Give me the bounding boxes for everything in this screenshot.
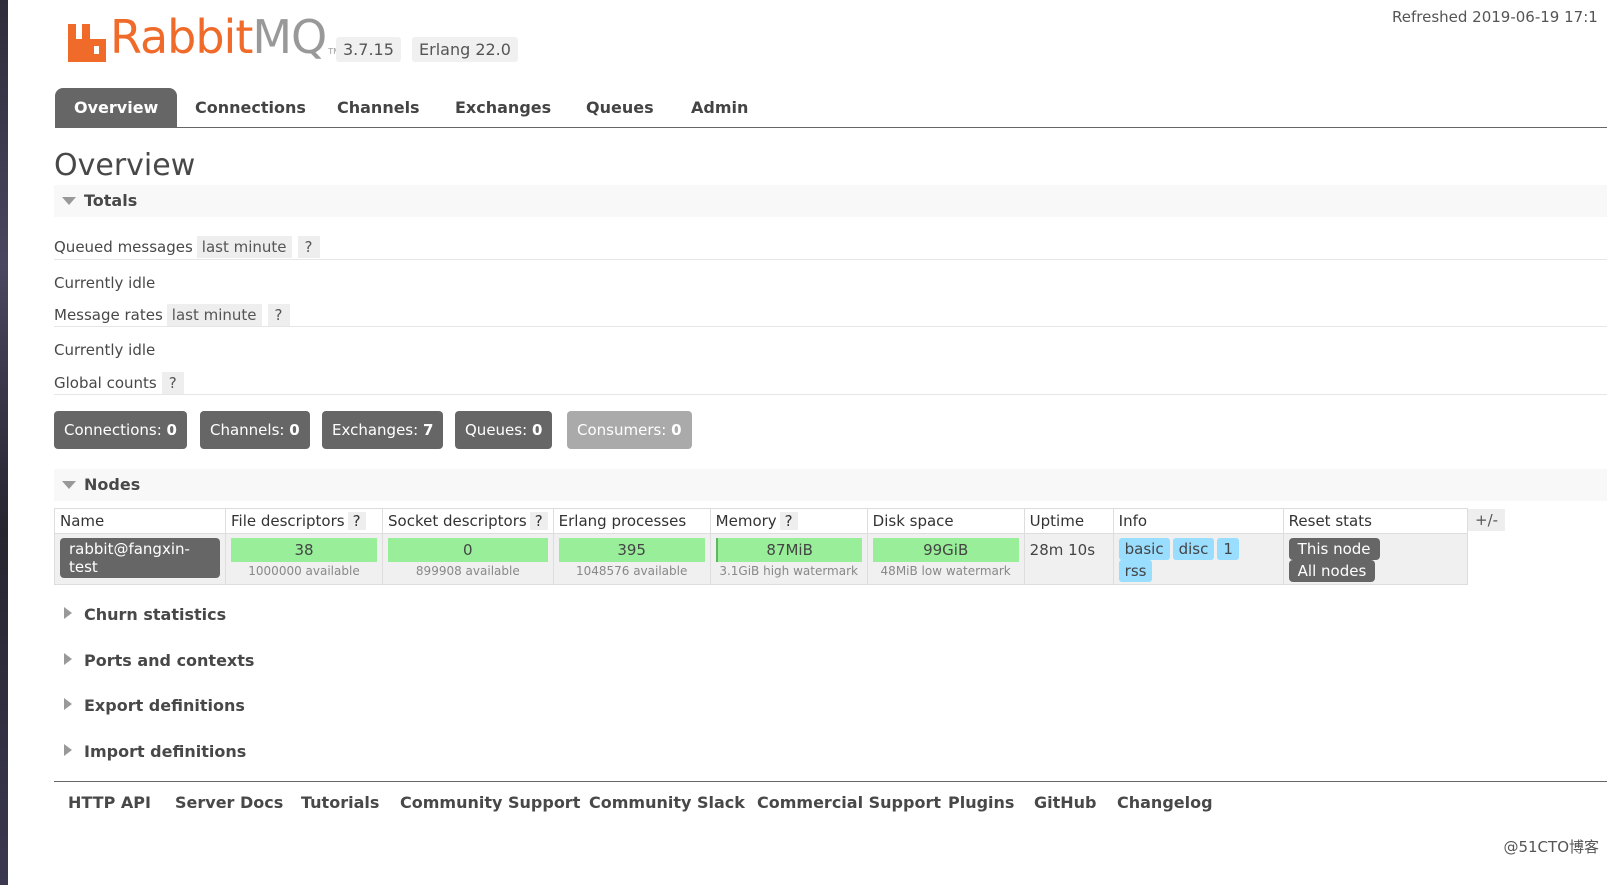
expand-triangle-icon [64, 744, 72, 756]
exchanges-count-button[interactable]: Exchanges: 7 [322, 411, 444, 449]
rabbitmq-logo[interactable]: RabbitMQ TM [68, 12, 340, 62]
desktop-background-strip [0, 0, 8, 885]
queued-status: Currently idle [54, 274, 156, 292]
expand-triangle-icon [64, 607, 72, 619]
table-header-row: Name File descriptors? Socket descriptor… [54, 508, 1468, 534]
socket-descriptors-bar: 0 [388, 538, 548, 562]
divider [54, 394, 1607, 395]
help-icon[interactable]: ? [347, 512, 366, 530]
rabbit-logo-icon [68, 24, 106, 62]
col-info: Info [1112, 508, 1284, 534]
divider [54, 326, 1607, 327]
footer-link-http-api[interactable]: HTTP API [68, 793, 151, 812]
footer-link-community-slack[interactable]: Community Slack [589, 793, 745, 812]
footer-divider [54, 781, 1607, 782]
footer-link-server-docs[interactable]: Server Docs [175, 793, 283, 812]
totals-heading: Totals [84, 191, 138, 210]
main-nav-tabs: Overview Connections Channels Exchanges … [55, 88, 1607, 128]
memory-bar: 87MiB [715, 538, 862, 562]
ports-and-contexts-section-header[interactable]: Ports and contexts [64, 651, 254, 670]
rates-status: Currently idle [54, 341, 156, 359]
export-definitions-section-header[interactable]: Export definitions [64, 696, 245, 715]
footer-link-community-support[interactable]: Community Support [400, 793, 580, 812]
node-name-link[interactable]: rabbit@fangxin-test [60, 538, 220, 578]
churn-statistics-section-header[interactable]: Churn statistics [64, 605, 226, 624]
logo-text-mq: MQ [252, 10, 327, 64]
help-icon[interactable]: ? [161, 372, 184, 394]
connections-count-button[interactable]: Connections: 0 [54, 411, 187, 449]
queued-messages-range-selector[interactable]: last minute [196, 236, 292, 258]
help-icon[interactable]: ? [779, 512, 798, 530]
logo-text-rabbit: Rabbit [110, 10, 253, 64]
page-title: Overview [54, 148, 196, 183]
collapse-triangle-icon [62, 197, 76, 205]
col-name: Name [54, 508, 226, 534]
expand-triangle-icon [64, 653, 72, 665]
consumers-count-badge: Consumers: 0 [567, 411, 692, 449]
info-badge-basic: basic [1118, 538, 1170, 560]
queued-messages-row: Queued messages last minute? [54, 236, 320, 258]
info-badge-count: 1 [1217, 538, 1239, 560]
global-counts-label: Global counts [54, 374, 157, 392]
divider [54, 259, 1607, 260]
col-memory: Memory? [709, 508, 868, 534]
file-descriptors-bar: 38 [231, 538, 377, 562]
import-definitions-section-header[interactable]: Import definitions [64, 742, 246, 761]
nodes-section-header[interactable]: Nodes [54, 469, 1607, 501]
version-badge: 3.7.15 [336, 37, 401, 62]
memory-watermark: 3.1GiB high watermark [719, 564, 858, 578]
tab-queues[interactable]: Queues [586, 88, 654, 127]
footer-link-plugins[interactable]: Plugins [948, 793, 1014, 812]
col-file-descriptors: File descriptors? [225, 508, 383, 534]
channels-count-button[interactable]: Channels: 0 [200, 411, 310, 449]
watermark-text: @51CTO博客 [1503, 838, 1599, 856]
refreshed-timestamp[interactable]: Refreshed 2019-06-19 17:1 [1392, 8, 1598, 26]
collapse-triangle-icon [62, 481, 76, 489]
global-counts-row: Global counts? [54, 372, 184, 394]
reset-all-nodes-button[interactable]: All nodes [1288, 560, 1376, 582]
help-icon[interactable]: ? [529, 512, 548, 530]
col-erlang-processes: Erlang processes [552, 508, 711, 534]
message-rates-range-selector[interactable]: last minute [166, 304, 262, 326]
info-badge-disc: disc [1172, 538, 1215, 560]
disk-space-bar: 99GiB [872, 538, 1019, 562]
info-badge-rss: rss [1118, 560, 1153, 582]
nodes-table: Name File descriptors? Socket descriptor… [54, 508, 1468, 585]
nodes-heading: Nodes [84, 475, 141, 494]
footer-link-commercial-support[interactable]: Commercial Support [757, 793, 941, 812]
col-reset-stats: Reset stats [1282, 508, 1468, 534]
expand-triangle-icon [64, 698, 72, 710]
disk-space-watermark: 48MiB low watermark [880, 564, 1011, 578]
footer-link-tutorials[interactable]: Tutorials [301, 793, 379, 812]
queues-count-button[interactable]: Queues: 0 [455, 411, 553, 449]
queued-messages-label: Queued messages [54, 238, 193, 256]
col-disk-space: Disk space [866, 508, 1025, 534]
help-icon[interactable]: ? [267, 304, 290, 326]
uptime-value: 28m 10s [1029, 541, 1096, 559]
file-descriptors-available: 1000000 available [248, 564, 360, 578]
erlang-processes-available: 1048576 available [575, 564, 688, 578]
tab-channels[interactable]: Channels [337, 88, 420, 127]
footer-link-changelog[interactable]: Changelog [1117, 793, 1213, 812]
reset-this-node-button[interactable]: This node [1288, 538, 1380, 560]
message-rates-row: Message rates last minute? [54, 304, 290, 326]
column-toggle-button[interactable]: +/- [1468, 509, 1506, 531]
socket-descriptors-available: 899908 available [415, 564, 520, 578]
tab-overview[interactable]: Overview [55, 88, 178, 127]
col-socket-descriptors: Socket descriptors? [382, 508, 554, 534]
erlang-processes-bar: 395 [558, 538, 705, 562]
col-uptime: Uptime [1023, 508, 1114, 534]
totals-section-header[interactable]: Totals [54, 185, 1607, 217]
help-icon[interactable]: ? [297, 236, 320, 258]
tab-exchanges[interactable]: Exchanges [455, 88, 551, 127]
tab-connections[interactable]: Connections [195, 88, 306, 127]
table-row: rabbit@fangxin-test 38 1000000 available… [54, 533, 1468, 585]
message-rates-label: Message rates [54, 306, 163, 324]
erlang-version-badge: Erlang 22.0 [412, 37, 518, 62]
footer-link-github[interactable]: GitHub [1034, 793, 1097, 812]
tab-admin[interactable]: Admin [691, 88, 748, 127]
